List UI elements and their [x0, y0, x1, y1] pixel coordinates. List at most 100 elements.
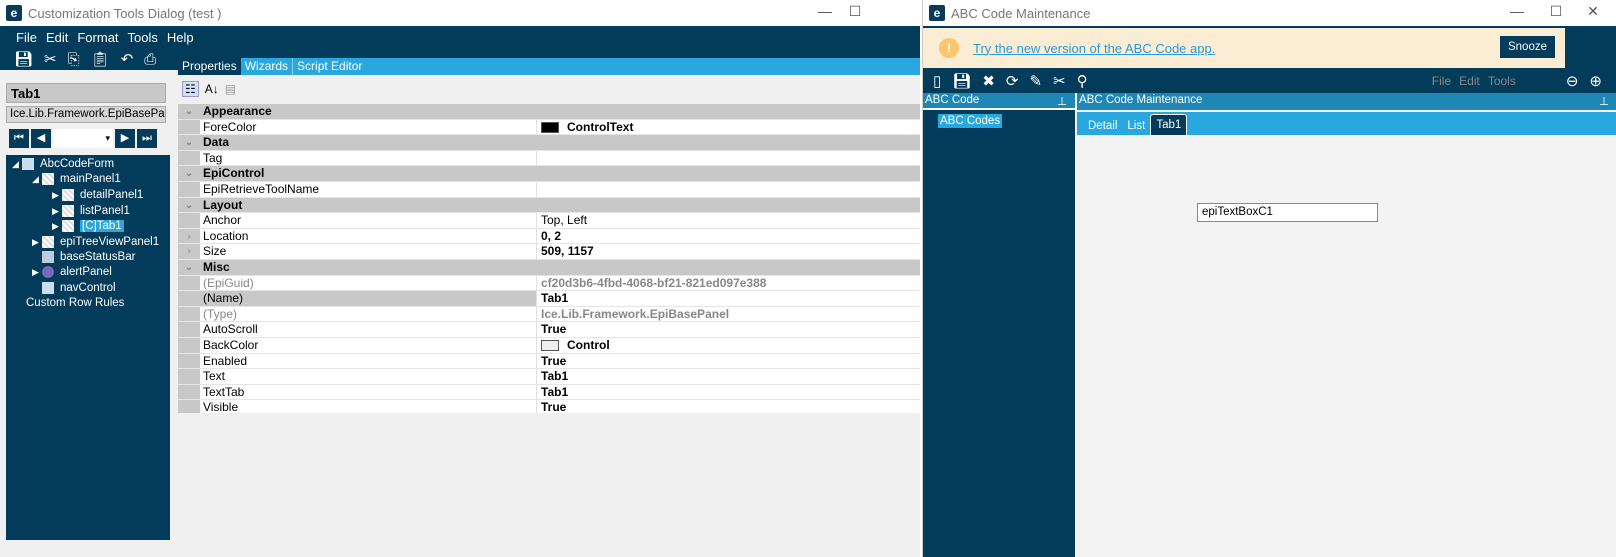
property-value[interactable]: Tab1 [537, 291, 920, 306]
property-row[interactable]: Tag [178, 150, 920, 167]
menu-help[interactable]: Help [167, 30, 194, 45]
property-row[interactable]: TextTab Tab1 [178, 384, 920, 401]
property-value[interactable] [537, 151, 920, 166]
property-row[interactable]: BackColor Control [178, 338, 920, 354]
save-icon[interactable]: 💾︎ [952, 72, 971, 90]
tree-node-mainpanel1[interactable]: ◢ mainPanel1 [32, 173, 121, 185]
gear-icon [42, 266, 54, 278]
tree-node-basestatusbar[interactable]: baseStatusBar [42, 251, 135, 263]
property-row[interactable]: › Size 509, 1157 [178, 244, 920, 260]
save-icon[interactable]: 💾︎ [14, 50, 33, 68]
new-icon[interactable]: ▯ [933, 72, 941, 90]
minimize-button[interactable]: — [1502, 3, 1532, 23]
collapse-icon[interactable]: ⌄ [178, 197, 200, 213]
close-button[interactable]: ✕ [1578, 3, 1608, 23]
undo-icon[interactable]: ↶ [121, 50, 134, 68]
category-misc[interactable]: ⌄ Misc [178, 260, 920, 276]
property-value[interactable]: Ice.Lib.Framework.EpiBasePanel [537, 307, 920, 322]
last-record-icon[interactable]: ⏭ [137, 129, 157, 148]
property-value[interactable]: Top, Left [537, 213, 920, 228]
minimize-button[interactable]: — [810, 3, 840, 23]
property-row[interactable]: Text Tab1 [178, 369, 920, 385]
first-record-icon[interactable]: ⏮ [9, 129, 29, 148]
property-row[interactable]: AutoScroll True [178, 322, 920, 338]
property-row[interactable]: › Location 0, 2 [178, 228, 920, 245]
tree-node-detailpanel1[interactable]: ▶ detailPanel1 [52, 189, 143, 201]
clear-icon[interactable]: ✎ [1029, 72, 1042, 90]
tree-node-listpanel1[interactable]: ▶ listPanel1 [52, 205, 130, 217]
tab-detail[interactable]: Detail [1083, 117, 1122, 135]
tab-wizards[interactable]: Wizards [241, 58, 294, 75]
forward-icon[interactable]: ⊕ [1589, 72, 1602, 90]
property-row[interactable]: (Type) Ice.Lib.Framework.EpiBasePanel [178, 306, 920, 323]
tab-tab1[interactable]: Tab1 [1150, 114, 1188, 135]
tree-node-abccodeform[interactable]: ◢ AbcCodeForm [12, 158, 114, 170]
property-value[interactable]: ControlText [537, 120, 920, 135]
tab-properties[interactable]: Properties [178, 58, 241, 75]
maximize-button[interactable]: ☐ [1541, 3, 1571, 23]
tab-script-editor[interactable]: Script Editor [293, 58, 366, 75]
collapse-icon[interactable]: ⌄ [178, 166, 200, 181]
tree-node-epitreeviewpanel1[interactable]: ▶ epiTreeViewPanel1 [32, 236, 159, 248]
property-pages-icon[interactable]: ▤ [225, 82, 236, 96]
pin-icon[interactable]: ⊥ [1599, 94, 1609, 108]
tree-node-custom-row-rules[interactable]: Custom Row Rules [26, 297, 124, 309]
property-row[interactable]: Enabled True [178, 353, 920, 370]
maximize-button[interactable]: ☐ [840, 3, 870, 23]
try-new-version-link[interactable]: Try the new version of the ABC Code app. [973, 41, 1215, 56]
categorized-icon[interactable]: ☷ [182, 81, 199, 97]
tab-list[interactable]: List [1122, 117, 1150, 135]
property-value[interactable]: Tab1 [537, 369, 920, 384]
collapse-icon[interactable]: ⌄ [178, 104, 200, 119]
expand-icon[interactable]: › [178, 228, 200, 244]
property-value[interactable]: 509, 1157 [537, 244, 920, 259]
next-record-icon[interactable]: ▶ [115, 129, 135, 148]
menu-tools[interactable]: Tools [1488, 74, 1516, 88]
property-value[interactable]: Control [537, 338, 920, 353]
refresh-icon[interactable]: ⟳ [1006, 72, 1019, 90]
menu-tools[interactable]: Tools [128, 30, 158, 45]
property-value[interactable]: Tab1 [537, 385, 920, 400]
alphabetical-sort-icon[interactable]: A↓ [205, 82, 219, 96]
property-row[interactable]: (EpiGuid) cf20d3b6-4fbd-4068-bf21-821ed09… [178, 275, 920, 292]
epi-textbox-c1[interactable]: epiTextBoxC1 [1197, 203, 1378, 222]
property-value[interactable]: True [537, 354, 920, 369]
search-icon[interactable]: ⚲ [1077, 72, 1088, 90]
property-value[interactable]: cf20d3b6-4fbd-4068-bf21-821ed097e388 [537, 276, 920, 291]
snooze-button[interactable]: Snooze [1499, 36, 1555, 58]
menu-file[interactable]: File [1432, 74, 1451, 88]
menu-edit[interactable]: Edit [46, 30, 68, 45]
property-value[interactable]: True [537, 322, 920, 337]
category-epicontrol[interactable]: ⌄ EpiControl [178, 166, 920, 182]
menu-edit[interactable]: Edit [1459, 74, 1480, 88]
cut-icon[interactable]: ✂ [44, 50, 57, 68]
collapse-icon[interactable]: ⌄ [178, 135, 200, 150]
tree-item-abc-codes[interactable]: ABC Codes [938, 114, 1003, 128]
delete-icon[interactable]: ✖ [982, 72, 995, 90]
property-name: Location [200, 228, 537, 244]
pin-icon[interactable]: ⊥ [1057, 94, 1067, 108]
menu-format[interactable]: Format [77, 30, 118, 45]
collapse-icon[interactable]: ⌄ [178, 260, 200, 275]
tree-node-navcontrol[interactable]: navControl [42, 282, 116, 294]
menu-file[interactable]: File [16, 30, 37, 45]
previous-record-icon[interactable]: ◀ [31, 129, 51, 148]
property-value[interactable] [537, 182, 920, 197]
property-value[interactable]: 0, 2 [537, 229, 920, 244]
record-dropdown[interactable]: ▾ [53, 129, 113, 148]
cut-icon[interactable]: ✂ [1053, 72, 1066, 90]
property-row[interactable]: Anchor Top, Left [178, 213, 920, 229]
property-row[interactable]: ForeColor ControlText [178, 119, 920, 136]
paste-icon[interactable]: 📋︎ [91, 50, 110, 68]
expand-icon[interactable]: › [178, 244, 200, 259]
property-row[interactable]: EpiRetrieveToolName [178, 182, 920, 198]
category-layout[interactable]: ⌄ Layout [178, 197, 920, 214]
back-icon[interactable]: ⊖ [1566, 72, 1579, 90]
copy-icon[interactable]: ⎘ [68, 51, 80, 68]
category-appearance[interactable]: ⌄ Appearance [178, 104, 920, 120]
property-row[interactable]: (Name) Tab1 [178, 291, 920, 307]
tree-node-tab1[interactable]: ▶ [C]Tab1 [52, 220, 124, 233]
tree-node-alertpanel[interactable]: ▶ alertPanel [32, 266, 112, 278]
category-data[interactable]: ⌄ Data [178, 135, 920, 151]
print-icon[interactable]: ⎙ [144, 51, 156, 68]
